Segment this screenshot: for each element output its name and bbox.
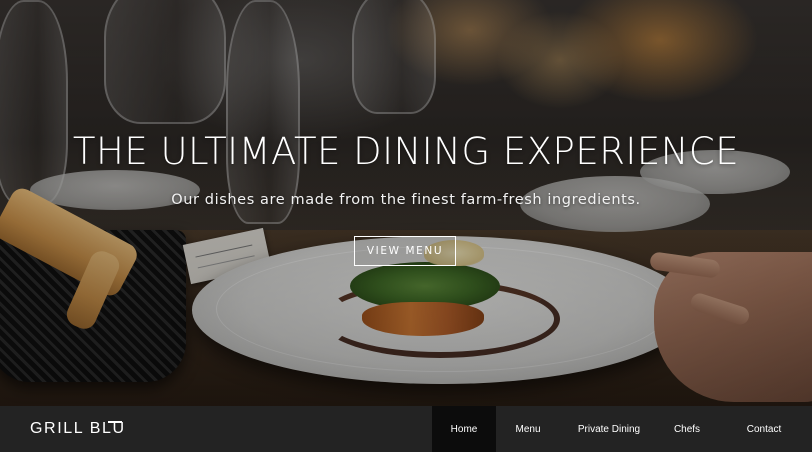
nav-item-home[interactable]: Home <box>432 406 496 452</box>
page: THE ULTIMATE DINING EXPERIENCE Our dishe… <box>0 0 812 452</box>
nav-item-chefs[interactable]: Chefs <box>658 406 716 452</box>
hero-subtitle: Our dishes are made from the finest farm… <box>171 192 641 208</box>
hero-section: THE ULTIMATE DINING EXPERIENCE Our dishe… <box>0 0 812 406</box>
nav-menu: Home Menu Private Dining Chefs Contact <box>432 406 812 452</box>
nav-item-contact[interactable]: Contact <box>716 406 812 452</box>
nav-item-private-dining[interactable]: Private Dining <box>560 406 658 452</box>
main-navbar: GRILL BLU Home Menu Private Dining Chefs… <box>0 406 812 452</box>
nav-item-menu[interactable]: Menu <box>496 406 560 452</box>
view-menu-button[interactable]: VIEW MENU <box>354 236 456 266</box>
brand-logo[interactable]: GRILL BLU <box>0 406 432 452</box>
brand-accent-bar <box>108 421 122 423</box>
hero-title: THE ULTIMATE DINING EXPERIENCE <box>72 130 740 173</box>
